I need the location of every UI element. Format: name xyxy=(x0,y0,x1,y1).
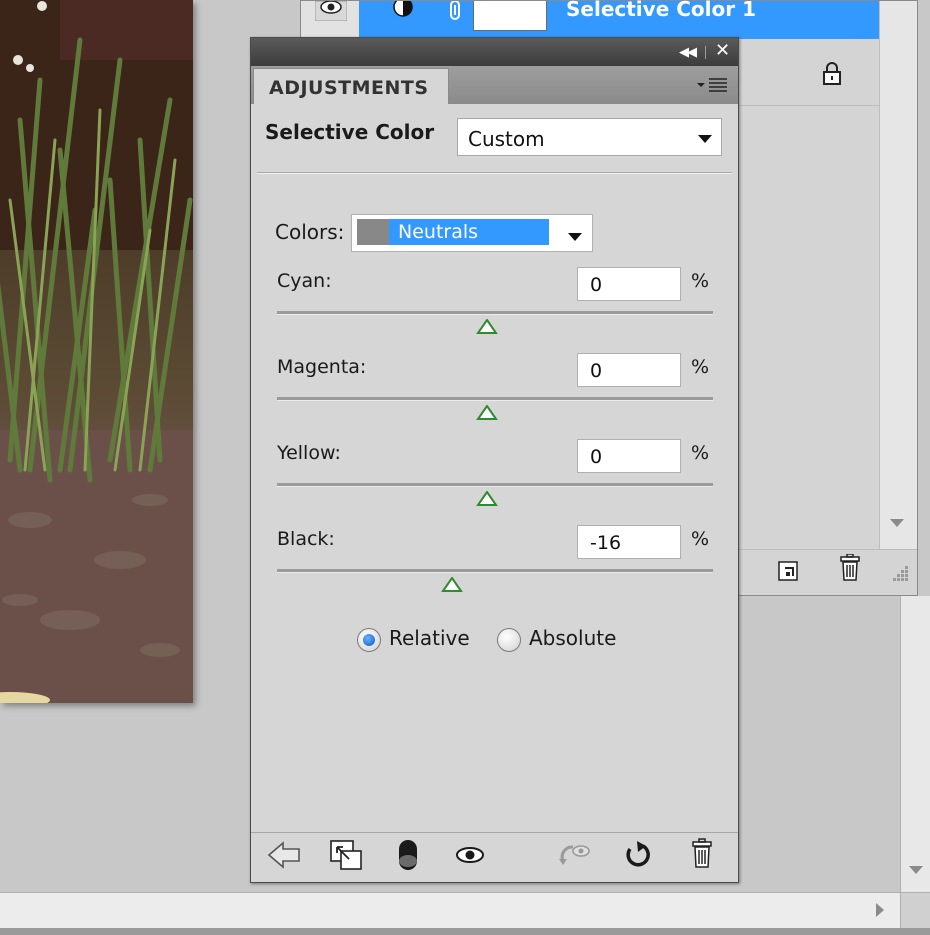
adjustments-panel: ◀◀ ✕ ADJUSTMENTS Selective Color Custom … xyxy=(250,37,739,883)
chevron-down-icon xyxy=(698,135,712,143)
chevron-down-icon xyxy=(568,233,582,241)
preset-dropdown[interactable]: Custom xyxy=(457,118,722,156)
scrollbar-corner xyxy=(900,892,930,928)
window-vertical-scrollbar[interactable] xyxy=(900,596,930,892)
mode-radio-group: Relative Absolute xyxy=(357,624,657,654)
scroll-down-arrow-icon[interactable] xyxy=(909,866,923,874)
black-unit: % xyxy=(691,528,710,550)
magenta-slider-thumb[interactable] xyxy=(476,405,498,421)
cyan-input[interactable]: 0 xyxy=(577,267,681,301)
collapse-panel-icon[interactable]: ◀◀ xyxy=(679,45,697,60)
magenta-slider-track[interactable] xyxy=(277,397,713,401)
black-input[interactable]: -16 xyxy=(577,525,681,559)
magenta-input[interactable]: 0 xyxy=(577,353,681,387)
new-layer-icon[interactable] xyxy=(777,560,799,582)
tab-adjustments-label: ADJUSTMENTS xyxy=(269,77,429,99)
color-swatch xyxy=(357,219,389,245)
yellow-slider-thumb[interactable] xyxy=(476,491,498,507)
layer-link-icon[interactable] xyxy=(447,1,463,23)
panel-menu-icon[interactable] xyxy=(695,76,729,94)
cyan-slider-thumb[interactable] xyxy=(476,319,498,335)
magenta-label: Magenta: xyxy=(277,356,367,378)
reset-icon[interactable] xyxy=(619,837,657,873)
panel-footer-toolbar xyxy=(251,832,738,882)
delete-layer-icon[interactable] xyxy=(837,554,863,582)
adjustment-layer-icon xyxy=(393,1,413,17)
cyan-label: Cyan: xyxy=(277,270,332,292)
lock-icon xyxy=(823,62,841,85)
titlebar-separator xyxy=(705,46,706,59)
cyan-slider-track[interactable] xyxy=(277,311,713,315)
black-slider-thumb[interactable] xyxy=(441,577,464,593)
black-slider-track[interactable] xyxy=(277,569,713,573)
relative-label[interactable]: Relative xyxy=(389,626,470,650)
yellow-value: 0 xyxy=(590,446,603,468)
view-previous-state-icon[interactable] xyxy=(555,837,593,873)
trash-icon[interactable] xyxy=(683,837,721,873)
panel-tabbar: ADJUSTMENTS xyxy=(251,66,738,104)
scroll-right-arrow-icon[interactable] xyxy=(876,903,884,917)
colors-value: Neutrals xyxy=(398,221,479,243)
colors-dropdown[interactable]: Neutrals xyxy=(351,214,593,252)
relative-radio[interactable] xyxy=(357,628,381,652)
yellow-label: Yellow: xyxy=(277,442,341,464)
black-label: Black: xyxy=(277,528,335,550)
yellow-input[interactable]: 0 xyxy=(577,439,681,473)
absolute-radio[interactable] xyxy=(497,628,521,652)
layers-scrollbar[interactable] xyxy=(879,1,917,549)
resize-grip-icon[interactable] xyxy=(889,562,911,584)
photo-image xyxy=(0,0,193,703)
preset-value: Custom xyxy=(468,127,545,151)
section-divider xyxy=(257,172,732,174)
absolute-label[interactable]: Absolute xyxy=(529,626,616,650)
layer-visibility-eye-icon[interactable] xyxy=(315,1,347,21)
clip-to-layer-icon[interactable] xyxy=(327,837,365,873)
scroll-down-icon[interactable] xyxy=(890,519,904,527)
close-panel-icon[interactable]: ✕ xyxy=(715,41,730,61)
magenta-unit: % xyxy=(691,356,710,378)
yellow-slider-track[interactable] xyxy=(277,483,713,487)
panel-titlebar[interactable]: ◀◀ ✕ xyxy=(251,38,738,66)
layer-row[interactable]: Selective Color 1 xyxy=(301,0,879,39)
colors-label: Colors: xyxy=(275,220,345,244)
layer-name[interactable]: Selective Color 1 xyxy=(566,0,756,21)
cyan-unit: % xyxy=(691,270,710,292)
black-value: -16 xyxy=(590,532,622,554)
visibility-toggle-icon[interactable] xyxy=(389,837,427,873)
window-horizontal-scrollbar[interactable] xyxy=(0,892,900,928)
status-strip xyxy=(0,928,930,935)
back-arrow-icon[interactable] xyxy=(265,837,303,873)
layer-mask-thumbnail[interactable] xyxy=(473,1,547,31)
magenta-value: 0 xyxy=(590,360,603,382)
adjustment-type-label: Selective Color xyxy=(265,120,435,144)
cyan-value: 0 xyxy=(590,274,603,296)
document-canvas[interactable] xyxy=(0,0,193,703)
eye-icon[interactable] xyxy=(451,837,489,873)
tab-adjustments[interactable]: ADJUSTMENTS xyxy=(253,68,449,104)
yellow-unit: % xyxy=(691,442,710,464)
